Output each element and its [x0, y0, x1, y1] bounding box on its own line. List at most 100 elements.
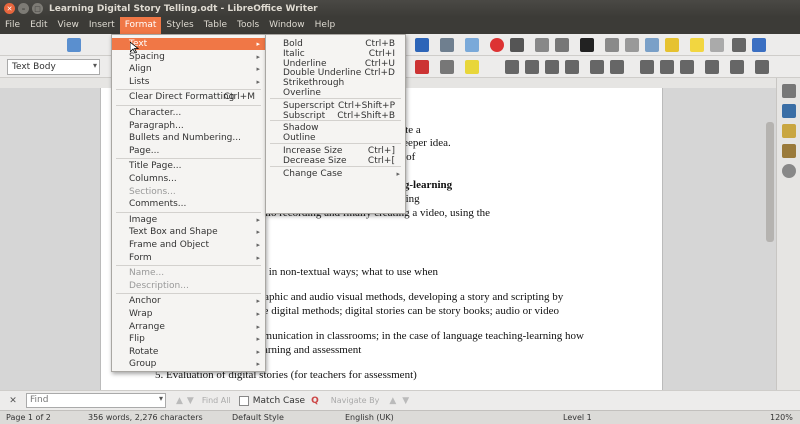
align-center-icon[interactable] — [525, 60, 539, 74]
format_menu-item-frame-and-object[interactable]: Frame and Object ▸ — [112, 239, 265, 251]
menu-help[interactable]: Help — [310, 17, 341, 34]
match-case-checkbox[interactable]: Match Case — [238, 395, 305, 406]
find-all-button[interactable]: Find All — [202, 396, 231, 405]
menu-file[interactable]: File — [0, 17, 25, 34]
word-count[interactable]: 356 words, 2,276 characters — [88, 413, 203, 422]
track-changes-icon[interactable] — [710, 38, 724, 52]
document-line: ple digital methods; digital stories can… — [255, 305, 559, 317]
format_menu-item-text-box-and-shape[interactable]: Text Box and Shape ▸ — [112, 226, 265, 238]
find-replace-icon[interactable]: Q — [311, 396, 319, 406]
format_menu-item-image[interactable]: Image ▸ — [112, 214, 265, 226]
bullets-icon[interactable] — [590, 60, 604, 74]
pilcrow-icon[interactable] — [415, 38, 429, 52]
find-previous-icon[interactable]: ▲ — [176, 396, 183, 406]
format_menu-item-arrange[interactable]: Arrange ▸ — [112, 321, 265, 333]
justify-icon[interactable] — [565, 60, 579, 74]
language[interactable]: English (UK) — [345, 413, 394, 422]
comment-icon[interactable] — [690, 38, 704, 52]
navigate-up-icon[interactable]: ▲ — [389, 396, 396, 406]
maximize-window-button[interactable]: □ — [32, 3, 43, 14]
bookmark-icon[interactable] — [665, 38, 679, 52]
indent-icon[interactable] — [640, 60, 654, 74]
format_menu-item-character[interactable]: Character... — [112, 107, 265, 119]
clear-formatting-icon[interactable] — [415, 60, 429, 74]
find-input[interactable]: Find ▾ — [26, 393, 166, 408]
format_menu-item-align[interactable]: Align ▸ — [112, 63, 265, 75]
close-window-button[interactable]: ✕ — [4, 3, 15, 14]
menu-table[interactable]: Table — [199, 17, 232, 34]
table-icon[interactable] — [440, 38, 454, 52]
numbering-icon[interactable] — [610, 60, 624, 74]
format_menu-item-title-page[interactable]: Title Page... — [112, 160, 265, 172]
close-find-icon[interactable]: ✕ — [6, 396, 20, 406]
paragraph-spacing-icon[interactable] — [705, 60, 719, 74]
menu-bar: File Edit View Insert Format Styles Table Tools… — [0, 17, 800, 34]
menu-item-label: Title Page... — [129, 161, 182, 172]
menu-insert[interactable]: Insert — [84, 17, 120, 34]
chevron-down-icon[interactable]: ▾ — [159, 394, 163, 403]
menu-styles[interactable]: Styles — [161, 17, 198, 34]
page-count[interactable]: Page 1 of 2 — [6, 413, 51, 422]
paragraph-dialog-icon[interactable] — [755, 60, 769, 74]
special-character-icon[interactable] — [580, 38, 594, 52]
menu-edit[interactable]: Edit — [25, 17, 52, 34]
menu-view[interactable]: View — [53, 17, 84, 34]
character-spacing-icon[interactable] — [440, 60, 454, 74]
format_menu-item-rotate[interactable]: Rotate ▸ — [112, 346, 265, 358]
menu-format[interactable]: Format — [119, 17, 162, 34]
align-left-icon[interactable] — [505, 60, 519, 74]
format_menu-item-lists[interactable]: Lists ▸ — [112, 76, 265, 88]
chevron-right-icon: ▸ — [396, 169, 400, 178]
zoom-level[interactable]: 120% — [770, 413, 793, 422]
format_menu-item-paragraph[interactable]: Paragraph... — [112, 120, 265, 132]
field-icon[interactable] — [555, 38, 569, 52]
format_menu-item-clear-direct-formatting[interactable]: Clear Direct Formatting Ctrl+M — [112, 91, 265, 103]
align-right-icon[interactable] — [545, 60, 559, 74]
format_menu-item-page[interactable]: Page... — [112, 145, 265, 157]
page-style[interactable]: Default Style — [232, 413, 284, 422]
vertical-scrollbar[interactable] — [765, 88, 775, 390]
navigator-icon[interactable] — [782, 164, 796, 178]
line-spacing-icon[interactable] — [680, 60, 694, 74]
properties-icon[interactable] — [782, 104, 796, 118]
menu-item-label: Sections... — [129, 186, 176, 197]
styles-icon[interactable] — [782, 124, 796, 138]
menu-item-shortcut: Ctrl+M — [223, 92, 255, 103]
document-line: learning and assessment — [255, 344, 362, 356]
text_submenu-item-change-case[interactable]: Change Case ▸ — [266, 168, 405, 180]
navigate-down-icon[interactable]: ▼ — [402, 396, 409, 406]
find-next-icon[interactable]: ▼ — [187, 396, 194, 406]
menu-item-label: Description... — [129, 280, 189, 291]
endnote-icon[interactable] — [645, 38, 659, 52]
minimize-window-button[interactable]: – — [18, 3, 29, 14]
menu-window[interactable]: Window — [264, 17, 310, 34]
new-document-icon[interactable] — [67, 38, 81, 52]
chevron-right-icon: ▸ — [256, 297, 260, 306]
line-icon[interactable] — [732, 38, 746, 52]
chart-icon[interactable] — [490, 38, 504, 52]
format_menu-item-group[interactable]: Group ▸ — [112, 358, 265, 370]
footnote-icon[interactable] — [625, 38, 639, 52]
gallery-icon[interactable] — [782, 144, 796, 158]
menu-tools[interactable]: Tools — [232, 17, 264, 34]
menu-item-label: Form — [129, 252, 152, 263]
format_menu-item-comments[interactable]: Comments... — [112, 198, 265, 210]
scrollbar-thumb[interactable] — [766, 122, 774, 242]
text-box-icon[interactable] — [510, 38, 524, 52]
hyperlink-icon[interactable] — [605, 38, 619, 52]
paragraph-style-select[interactable]: Text Body ▾ — [7, 59, 100, 75]
status-bar: Page 1 of 2 356 words, 2,276 characters … — [0, 410, 800, 424]
para-spacing-decrease-icon[interactable] — [730, 60, 744, 74]
format_menu-item-flip[interactable]: Flip ▸ — [112, 333, 265, 345]
format_menu-item-anchor[interactable]: Anchor ▸ — [112, 295, 265, 307]
format_menu-item-form[interactable]: Form ▸ — [112, 252, 265, 264]
basic-shapes-icon[interactable] — [752, 38, 766, 52]
outdent-icon[interactable] — [660, 60, 674, 74]
format_menu-item-wrap[interactable]: Wrap ▸ — [112, 308, 265, 320]
format_menu-item-bullets-and-numbering[interactable]: Bullets and Numbering... — [112, 132, 265, 144]
format_menu-item-columns[interactable]: Columns... — [112, 173, 265, 185]
page-break-icon[interactable] — [535, 38, 549, 52]
image-icon[interactable] — [465, 38, 479, 52]
sidebar-menu-icon[interactable] — [782, 84, 796, 98]
highlight-color-icon[interactable] — [465, 60, 479, 74]
